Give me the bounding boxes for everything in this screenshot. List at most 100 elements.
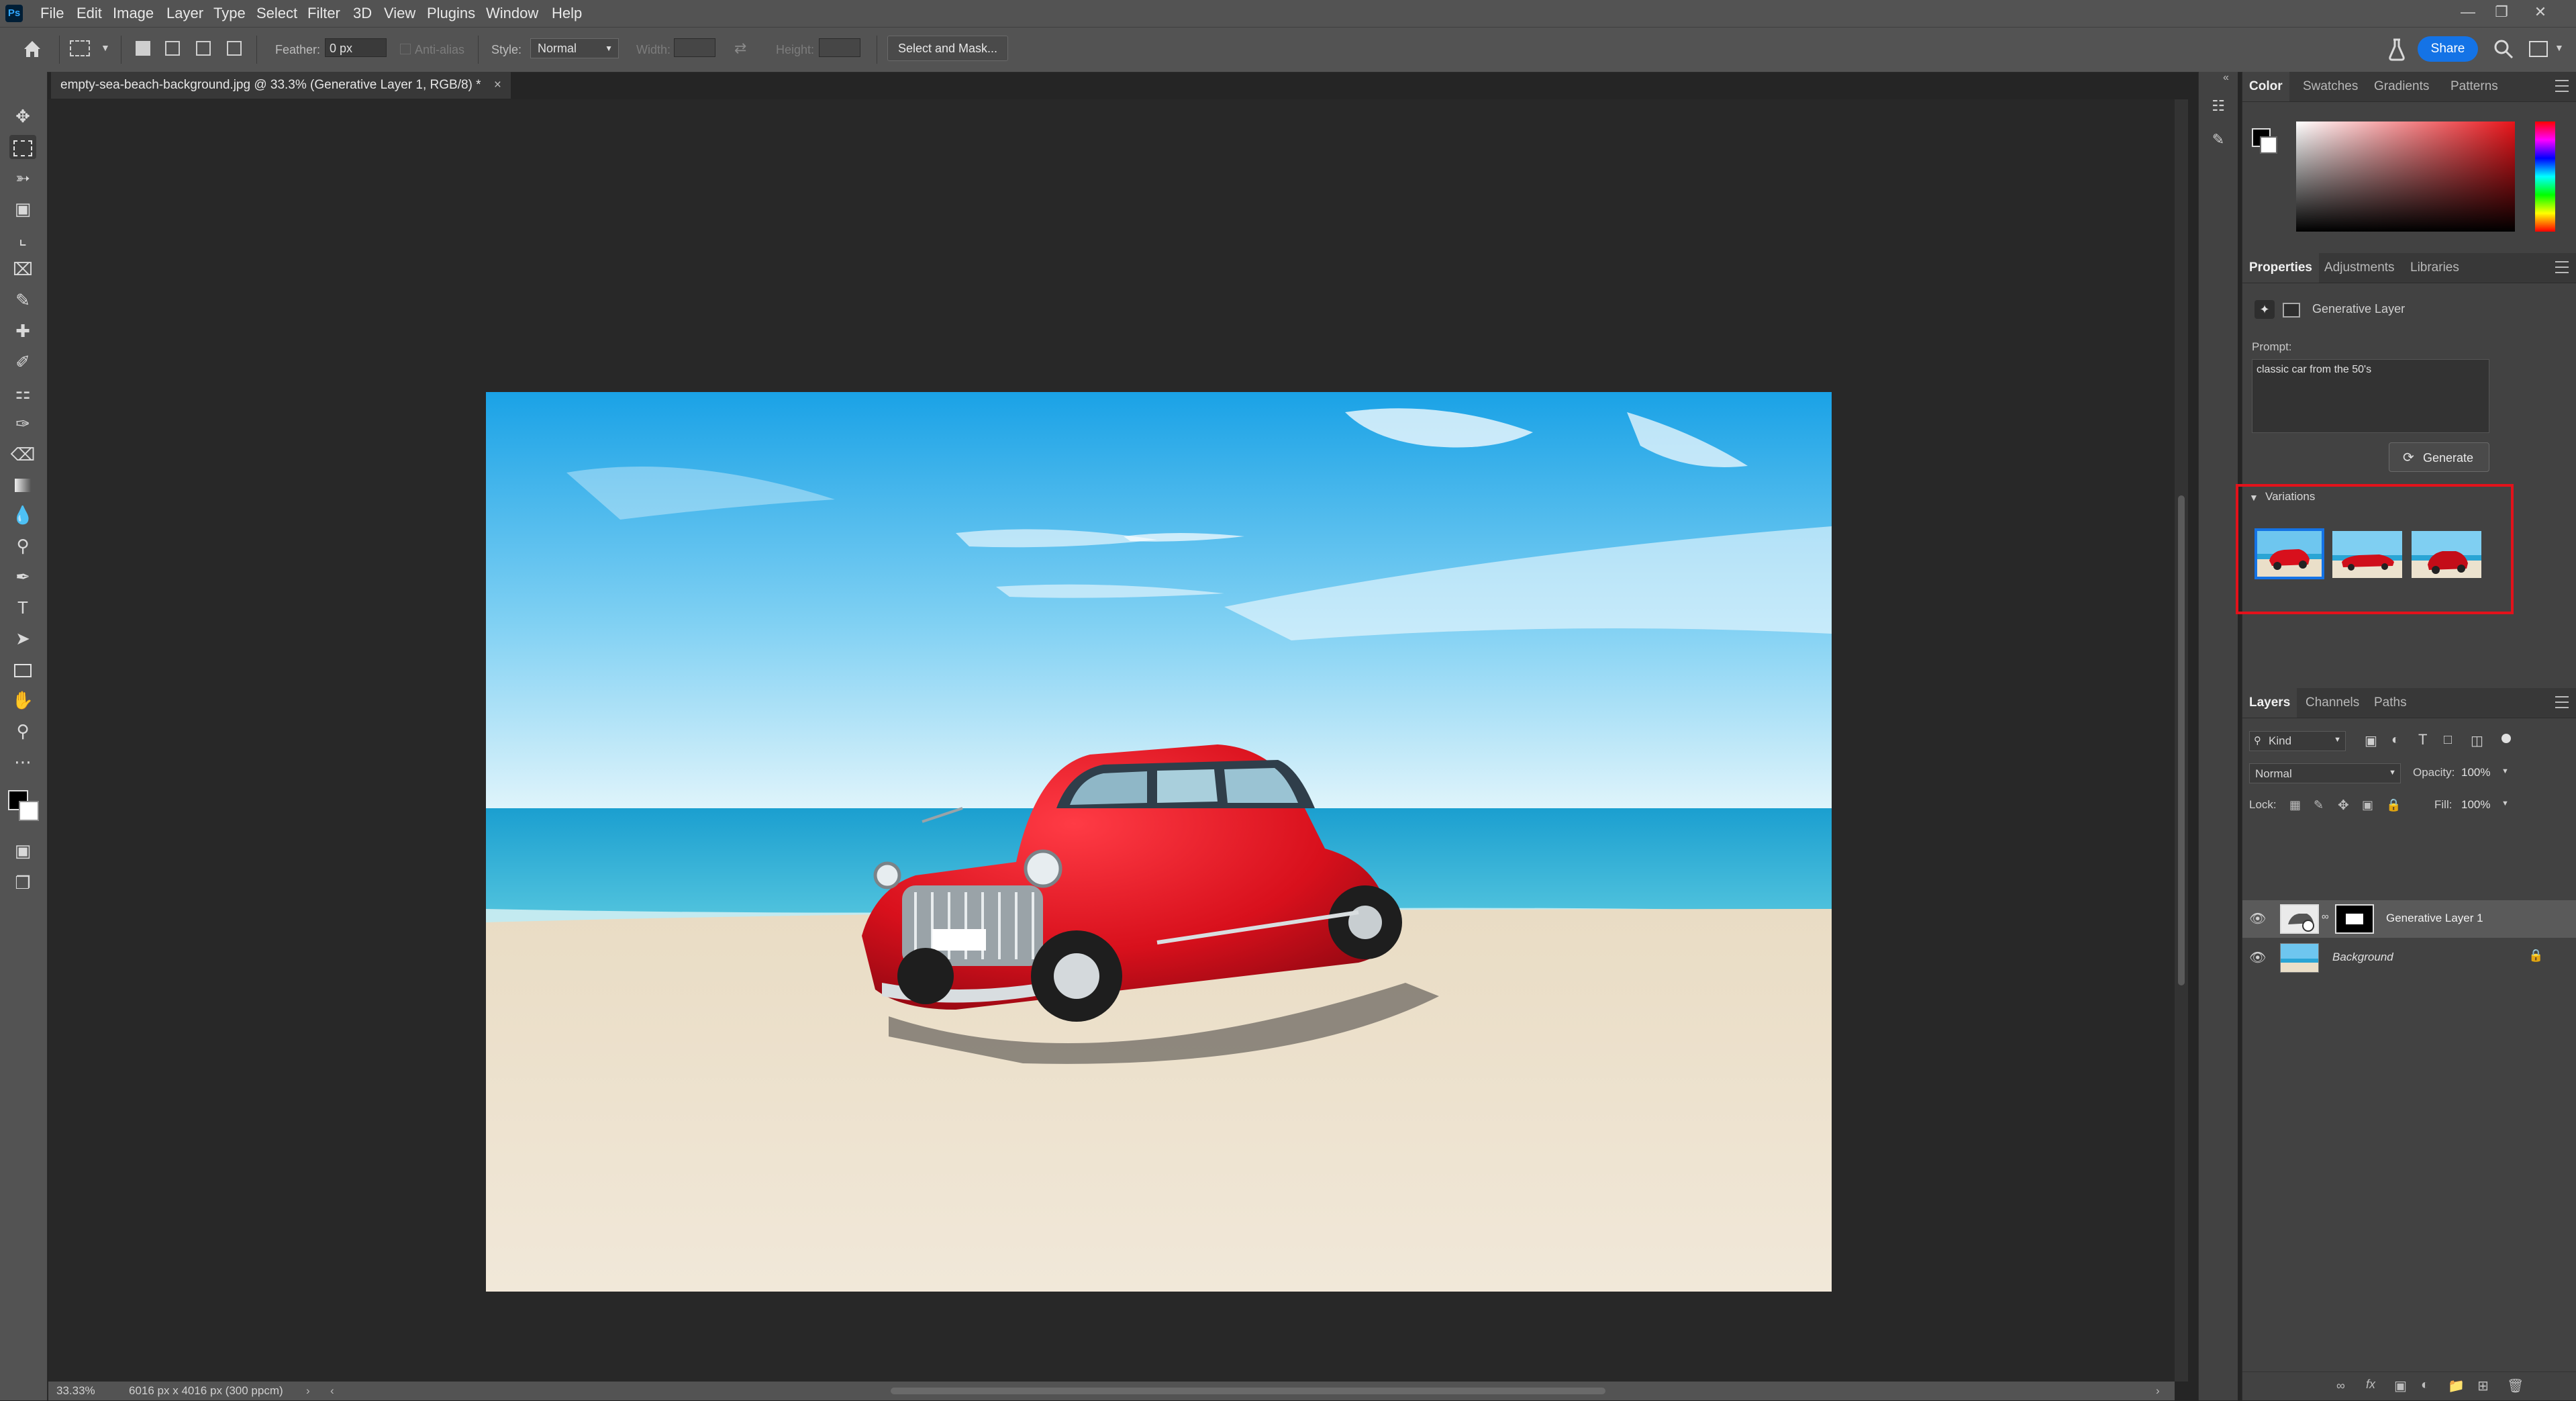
chevron-left-icon[interactable]: ‹ — [330, 1382, 334, 1400]
visibility-eye-icon[interactable]: 👁 — [2249, 950, 2266, 966]
screen-mode-icon[interactable]: ❐ — [9, 871, 36, 895]
subtract-selection-icon[interactable] — [196, 41, 211, 56]
clone-stamp-tool-icon[interactable]: ⚏ — [9, 381, 36, 405]
width-input[interactable] — [674, 38, 715, 57]
tab-gradients[interactable]: Gradients — [2367, 72, 2436, 101]
eyedropper-tool-icon[interactable]: ✎ — [9, 288, 36, 312]
menu-filter[interactable]: Filter — [307, 0, 340, 27]
zoom-tool-icon[interactable]: ⚲ — [9, 719, 36, 743]
new-layer-icon[interactable]: ⊞ — [2477, 1378, 2489, 1394]
menu-plugins[interactable]: Plugins — [427, 0, 475, 27]
filter-adjustment-icon[interactable]: ◐ — [2391, 732, 2399, 748]
intersect-selection-icon[interactable] — [227, 41, 242, 56]
delete-layer-icon[interactable]: 🗑 — [2507, 1378, 2524, 1394]
menu-file[interactable]: File — [40, 0, 64, 27]
home-icon[interactable] — [20, 37, 44, 61]
feather-input[interactable]: 0 px — [325, 38, 387, 57]
variation-thumbnail-1[interactable] — [2255, 528, 2324, 579]
close-tab-icon[interactable]: × — [494, 78, 501, 92]
marquee-preset-icon[interactable] — [70, 40, 90, 56]
style-select[interactable]: Normal ▼ — [530, 38, 619, 58]
background-color-swatch[interactable] — [2260, 136, 2277, 154]
vertical-scrollbar[interactable] — [2175, 99, 2188, 1382]
menu-type[interactable]: Type — [213, 0, 246, 27]
menu-view[interactable]: View — [384, 0, 415, 27]
visibility-eye-icon[interactable]: 👁 — [2249, 911, 2266, 927]
more-tools-icon[interactable]: ⋯ — [9, 750, 36, 774]
crop-tool-icon[interactable]: ⌞ — [9, 226, 36, 250]
document-tab[interactable]: empty-sea-beach-background.jpg @ 33.3% (… — [51, 72, 511, 99]
comments-panel-icon[interactable]: ✎ — [2208, 130, 2228, 150]
move-tool-icon[interactable]: ✥ — [9, 104, 36, 128]
hue-slider[interactable] — [2535, 122, 2555, 232]
filter-smart-object-icon[interactable]: ◫ — [2471, 732, 2483, 749]
dodge-tool-icon[interactable]: ⚲ — [9, 534, 36, 558]
tab-properties[interactable]: Properties — [2242, 253, 2319, 283]
menu-3d[interactable]: 3D — [353, 0, 372, 27]
menu-window[interactable]: Window — [486, 0, 538, 27]
panel-menu-icon[interactable] — [2555, 80, 2569, 92]
brush-tool-icon[interactable]: ✐ — [9, 350, 36, 374]
chevron-right-icon[interactable]: › — [306, 1382, 310, 1400]
tab-paths[interactable]: Paths — [2367, 688, 2414, 718]
generate-button[interactable]: ⟳ Generate — [2389, 442, 2489, 472]
chevron-right-icon[interactable]: › — [2156, 1382, 2160, 1400]
background-color-swatch[interactable] — [19, 801, 39, 821]
marquee-tool-icon[interactable] — [9, 135, 36, 159]
layer-name[interactable]: Generative Layer 1 — [2386, 912, 2483, 925]
filter-shape-icon[interactable]: □ — [2444, 732, 2452, 748]
canvas-area[interactable] — [48, 99, 2175, 1382]
height-input[interactable] — [819, 38, 860, 57]
minimize-icon[interactable]: — — [2451, 0, 2485, 24]
chevron-down-icon[interactable]: ▼ — [101, 42, 110, 53]
history-brush-tool-icon[interactable]: ✑ — [9, 412, 36, 436]
history-panel-icon[interactable]: ☷ — [2208, 96, 2228, 116]
lock-image-icon[interactable]: ✎ — [2314, 798, 2324, 812]
variation-thumbnail-3[interactable] — [2412, 531, 2481, 578]
vertical-scroll-thumb[interactable] — [2178, 495, 2185, 985]
chevron-down-icon[interactable]: ▼ — [2501, 800, 2509, 808]
new-selection-icon[interactable] — [136, 41, 150, 56]
fx-icon[interactable]: fx — [2366, 1378, 2375, 1392]
link-layers-icon[interactable]: ∞ — [2336, 1379, 2345, 1393]
add-selection-icon[interactable] — [165, 41, 180, 56]
pen-tool-icon[interactable]: ✒ — [9, 565, 36, 589]
healing-brush-tool-icon[interactable]: ✚ — [9, 319, 36, 343]
lock-artboard-icon[interactable]: ▣ — [2362, 798, 2373, 812]
select-and-mask-button[interactable]: Select and Mask... — [887, 36, 1008, 61]
menu-edit[interactable]: Edit — [77, 0, 102, 27]
close-window-icon[interactable]: ✕ — [2524, 0, 2557, 24]
variation-thumbnail-2[interactable] — [2332, 531, 2402, 578]
rectangle-tool-icon[interactable] — [9, 657, 36, 681]
share-button[interactable]: Share — [2418, 36, 2478, 62]
object-selection-tool-icon[interactable]: ▣ — [9, 197, 36, 221]
layer-row-background[interactable]: 👁 Background 🔒 — [2242, 939, 2576, 977]
menu-select[interactable]: Select — [256, 0, 297, 27]
mask-link-icon[interactable]: ∞ — [2322, 911, 2329, 922]
filter-type-icon[interactable]: T — [2418, 731, 2427, 748]
gradient-tool-icon[interactable] — [9, 472, 36, 496]
tab-adjustments[interactable]: Adjustments — [2318, 253, 2401, 283]
eraser-tool-icon[interactable]: ⌫ — [9, 442, 36, 467]
lock-all-icon[interactable]: 🔒 — [2386, 798, 2401, 812]
blur-tool-icon[interactable]: 💧 — [9, 503, 36, 527]
lock-transparent-icon[interactable]: ▦ — [2289, 798, 2301, 812]
type-tool-icon[interactable]: T — [9, 595, 36, 620]
tab-libraries[interactable]: Libraries — [2404, 253, 2466, 283]
add-mask-icon[interactable]: ▣ — [2394, 1378, 2407, 1394]
frame-tool-icon[interactable]: ⌧ — [9, 257, 36, 281]
blend-mode-select[interactable]: Normal ▼ — [2249, 763, 2401, 783]
anti-alias-checkbox[interactable] — [400, 44, 411, 54]
menu-layer[interactable]: Layer — [166, 0, 203, 27]
flask-icon[interactable] — [2387, 36, 2407, 62]
hand-tool-icon[interactable]: ✋ — [9, 688, 36, 712]
tab-swatches[interactable]: Swatches — [2296, 72, 2365, 101]
panel-menu-icon[interactable] — [2555, 261, 2569, 273]
opacity-input[interactable]: 100% — [2461, 766, 2490, 779]
layer-name[interactable]: Background — [2332, 951, 2393, 964]
layer-mask-thumbnail[interactable] — [2335, 904, 2374, 934]
chevron-down-icon[interactable]: ▼ — [2501, 767, 2509, 775]
color-field[interactable] — [2296, 122, 2515, 232]
prompt-textarea[interactable]: classic car from the 50's — [2252, 359, 2489, 433]
chevron-down-icon[interactable]: ▼ — [2555, 42, 2564, 53]
